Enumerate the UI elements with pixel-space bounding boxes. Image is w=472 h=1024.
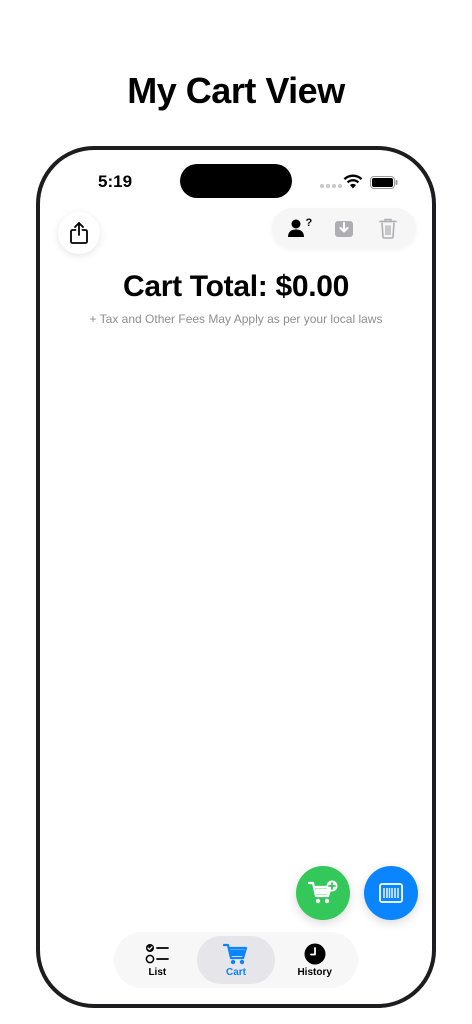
download-button[interactable]: [328, 212, 360, 244]
user-help-button[interactable]: ?: [284, 212, 316, 244]
clock-icon: [304, 943, 326, 964]
person-question-icon: ?: [288, 217, 313, 237]
status-time: 5:19: [98, 172, 133, 191]
add-item-button[interactable]: [296, 866, 350, 920]
share-icon: [70, 222, 88, 244]
page-title: My Cart View: [127, 70, 345, 111]
cart-plus-icon: [308, 880, 338, 904]
scan-barcode-button[interactable]: [364, 866, 418, 920]
svg-text:?: ?: [306, 217, 313, 229]
cellular-signal-icon: [320, 184, 342, 188]
trash-icon: [379, 218, 397, 239]
barcode-icon: [379, 883, 403, 903]
tab-label-history: History: [297, 966, 332, 978]
download-icon: [335, 221, 353, 237]
checklist-icon: [145, 943, 170, 963]
phone-frame: 5:19 ? Cart Total: $0.00 + Tax and Other…: [36, 146, 436, 1008]
dynamic-island: [180, 164, 292, 198]
page: My Cart View 5:19 ? Cart Total: $0.00 + …: [0, 0, 472, 1024]
tab-label-cart: Cart: [226, 966, 247, 978]
battery-icon: [370, 176, 398, 189]
tab-history[interactable]: History: [275, 936, 354, 984]
cart-icon: [223, 943, 248, 964]
wifi-icon: [343, 174, 363, 189]
tab-label-list: List: [148, 966, 167, 978]
toolbar-group: ?: [272, 208, 416, 248]
tab-cart[interactable]: Cart: [196, 936, 276, 984]
cart-total: Cart Total: $0.00: [122, 270, 350, 303]
cart-fees-note: + Tax and Other Fees May Apply as per yo…: [89, 312, 383, 326]
share-button[interactable]: [58, 212, 100, 254]
tab-list[interactable]: List: [118, 936, 197, 984]
trash-button[interactable]: [372, 212, 404, 244]
tab-bar: List Cart History: [114, 932, 358, 988]
